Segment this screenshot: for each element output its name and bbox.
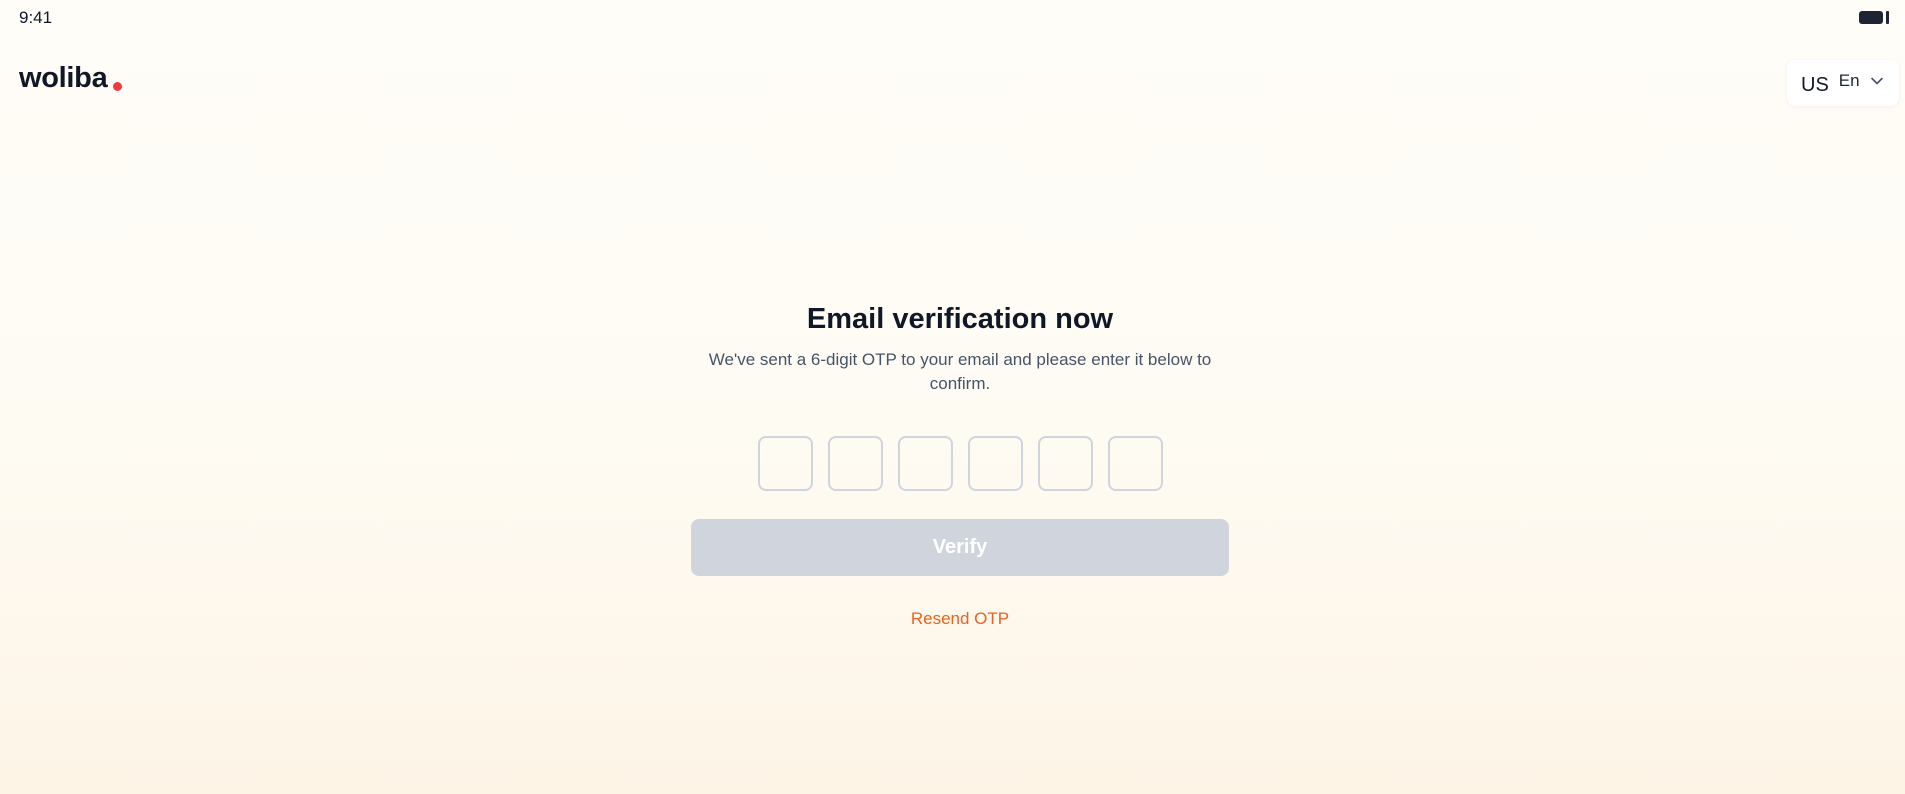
language-selector[interactable]: US En (1787, 60, 1899, 106)
otp-digit-3[interactable] (897, 436, 953, 491)
otp-digit-1[interactable] (757, 436, 813, 491)
otp-digit-6[interactable] (1107, 436, 1163, 491)
otp-digit-2[interactable] (827, 436, 883, 491)
battery-icon (1859, 10, 1889, 25)
otp-digit-5[interactable] (1037, 436, 1093, 491)
logo-dot (113, 82, 123, 91)
status-time: 9:41 (19, 8, 53, 27)
language-code: En (1838, 71, 1860, 90)
resend-otp-link[interactable]: Resend OTP (911, 609, 1009, 629)
otp-input-group (690, 436, 1230, 491)
logo-text: woliba (19, 62, 108, 94)
chevron-down-icon (1870, 77, 1883, 85)
flag-icon: US (1801, 73, 1829, 96)
otp-digit-4[interactable] (967, 436, 1023, 491)
verify-button[interactable]: Verify (691, 519, 1229, 576)
status-bar: 9:41 (0, 0, 1905, 34)
page-subtitle: We've sent a 6-digit OTP to your email a… (708, 350, 1212, 393)
page-title: Email verification now (806, 303, 1114, 335)
verification-card: Email verification now We've sent a 6-di… (690, 300, 1230, 629)
logo: woliba (19, 62, 123, 94)
